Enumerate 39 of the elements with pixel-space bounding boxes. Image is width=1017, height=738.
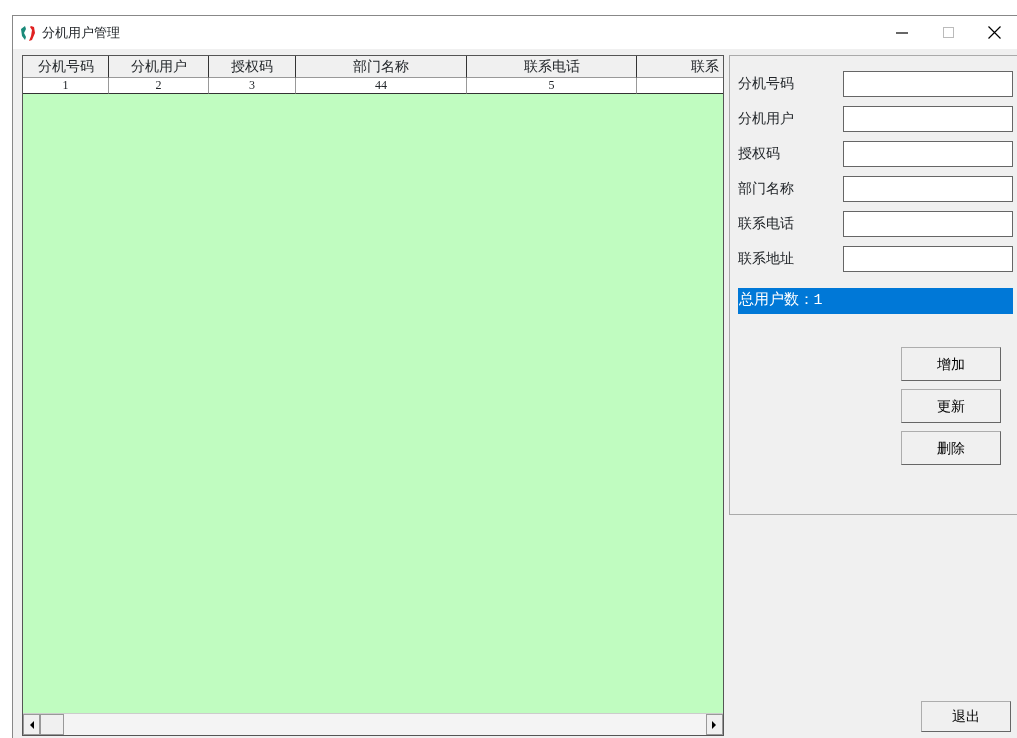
minimize-icon: [896, 31, 908, 34]
scroll-left-button[interactable]: [23, 714, 40, 735]
close-icon: [987, 26, 1001, 39]
scroll-right-button[interactable]: [705, 714, 723, 735]
app-logo-icon: [19, 23, 37, 42]
column-header[interactable]: 部门名称: [296, 56, 467, 78]
field-label: 部门名称: [737, 179, 794, 198]
action-button[interactable]: 增加: [901, 347, 1001, 381]
column-header[interactable]: 联系电话: [467, 56, 637, 78]
field-label: 分机用户: [737, 109, 794, 128]
input-field[interactable]: [843, 105, 1013, 132]
action-button[interactable]: 更新: [901, 389, 1001, 423]
window-title: 分机用户管理: [42, 23, 120, 42]
field-label: 联系地址: [737, 249, 794, 268]
right-arrow-icon: [711, 720, 718, 729]
column-header[interactable]: 分机用户: [109, 56, 209, 78]
left-arrow-icon: [28, 720, 35, 729]
table-cell: 2: [109, 78, 209, 94]
column-header[interactable]: 联系: [637, 56, 723, 78]
field-label: 授权码: [737, 144, 780, 163]
scroll-thumb[interactable]: [40, 714, 64, 735]
column-header[interactable]: 授权码: [209, 56, 296, 78]
input-field[interactable]: [843, 210, 1013, 237]
maximize-icon: [942, 27, 954, 38]
input-field[interactable]: [843, 245, 1013, 272]
table-cell: 3: [209, 78, 296, 94]
input-field[interactable]: [843, 140, 1013, 167]
field-label: 分机号码: [737, 74, 794, 93]
column-header[interactable]: 分机号码: [23, 56, 109, 78]
input-field[interactable]: [843, 175, 1013, 202]
table-cell: 1: [23, 78, 109, 94]
table-cell: 5: [467, 78, 637, 94]
user-count-label: 总用户数：1: [737, 288, 1013, 314]
table-cell: 44: [296, 78, 467, 94]
field-label: 联系电话: [737, 214, 794, 233]
action-button[interactable]: 删除: [901, 431, 1001, 465]
exit-button[interactable]: 退出: [921, 701, 1011, 732]
horizontal-scrollbar[interactable]: [23, 713, 723, 735]
input-field[interactable]: [843, 70, 1013, 97]
